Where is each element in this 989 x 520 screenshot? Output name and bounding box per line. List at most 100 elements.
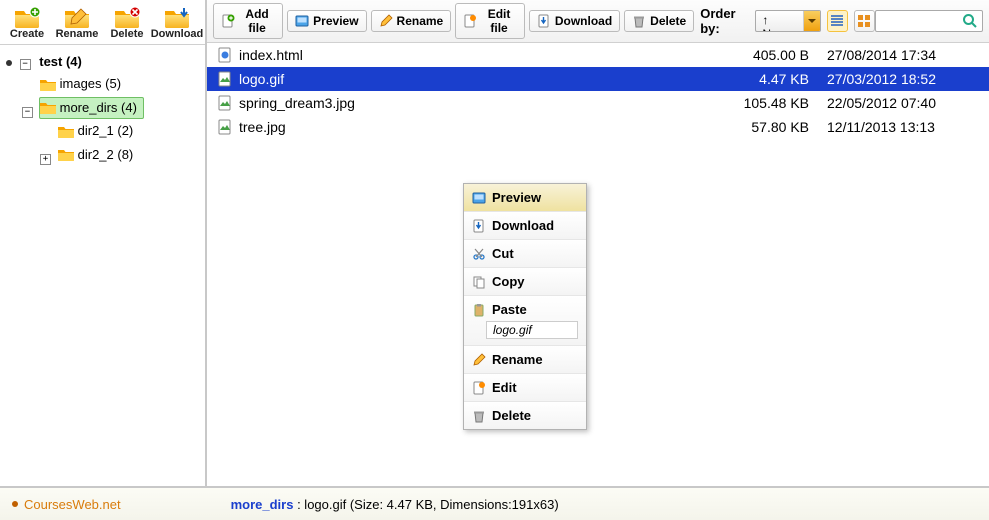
ctx-paste-target: logo.gif bbox=[486, 321, 578, 339]
download-folder-button[interactable]: Download bbox=[154, 3, 200, 42]
file-add-icon bbox=[221, 14, 235, 28]
file-list: index.html405.00 B27/08/2014 17:34logo.g… bbox=[207, 43, 989, 486]
create-label: Create bbox=[10, 29, 44, 40]
file-name: spring_dream3.jpg bbox=[239, 95, 709, 111]
rename-folder-button[interactable]: Rename bbox=[54, 3, 100, 42]
file-icon bbox=[217, 71, 233, 87]
sidebar: Create Rename bbox=[0, 0, 207, 486]
grid-view-icon bbox=[857, 14, 871, 28]
download-label: Download bbox=[151, 29, 204, 40]
toolbar-label: Rename bbox=[397, 14, 444, 28]
file-name: logo.gif bbox=[239, 71, 709, 87]
folder-rename-icon bbox=[63, 6, 91, 28]
toolbar-label: Preview bbox=[313, 14, 358, 28]
tree-node-more-dirs[interactable]: more_dirs (4) bbox=[39, 97, 144, 119]
search-box bbox=[875, 10, 983, 32]
download-button[interactable]: Download bbox=[529, 10, 620, 32]
folder-icon bbox=[58, 125, 74, 138]
tree-node-images[interactable]: images (5) bbox=[39, 73, 128, 95]
ctx-label: Edit bbox=[492, 380, 517, 395]
ctx-label: Rename bbox=[492, 352, 543, 367]
folder-delete-icon bbox=[113, 6, 141, 28]
file-size: 4.47 KB bbox=[709, 71, 809, 87]
ctx-delete[interactable]: Delete bbox=[464, 402, 586, 429]
bullet-icon bbox=[12, 501, 18, 507]
toolbar-label: Add file bbox=[239, 7, 275, 35]
ctx-copy[interactable]: Copy bbox=[464, 268, 586, 296]
folder-tree: − test (4) images (5) − bbox=[0, 45, 205, 486]
folder-download-icon bbox=[163, 6, 191, 28]
file-name: index.html bbox=[239, 47, 709, 63]
view-grid-button[interactable] bbox=[854, 10, 875, 32]
file-edit-icon bbox=[463, 14, 477, 28]
tree-expander-blank bbox=[22, 80, 33, 91]
tree-label: more_dirs (4) bbox=[58, 98, 139, 118]
search-icon[interactable] bbox=[962, 13, 978, 29]
file-date: 27/03/2012 18:52 bbox=[809, 71, 969, 87]
file-icon bbox=[217, 119, 233, 135]
tree-expander-blank bbox=[40, 127, 51, 138]
create-folder-button[interactable]: Create bbox=[4, 3, 50, 42]
rename-button[interactable]: Rename bbox=[371, 10, 452, 32]
order-by-select[interactable]: ↑ Name bbox=[755, 10, 820, 32]
sidebar-toolbar: Create Rename bbox=[0, 0, 205, 45]
add-file-button[interactable]: Add file bbox=[213, 3, 283, 39]
status-dir: more_dirs bbox=[231, 497, 294, 512]
pencil-icon bbox=[472, 353, 486, 367]
file-name: tree.jpg bbox=[239, 119, 709, 135]
status-bar: CoursesWeb.net more_dirs : logo.gif (Siz… bbox=[0, 486, 989, 520]
copy-icon bbox=[472, 275, 486, 289]
site-link[interactable]: CoursesWeb.net bbox=[24, 497, 121, 512]
view-list-button[interactable] bbox=[827, 10, 848, 32]
toolbar-label: Edit file bbox=[481, 7, 517, 35]
trash-icon bbox=[632, 14, 646, 28]
download-icon bbox=[537, 14, 551, 28]
folder-icon bbox=[40, 101, 56, 114]
tree-node-dir2-2[interactable]: dir2_2 (8) bbox=[57, 144, 141, 166]
file-row[interactable]: index.html405.00 B27/08/2014 17:34 bbox=[207, 43, 989, 67]
tree-node-dir2-1[interactable]: dir2_1 (2) bbox=[57, 120, 141, 142]
ctx-label: Paste bbox=[492, 302, 527, 317]
context-menu: Preview Download Cut Copy Pas bbox=[463, 183, 587, 430]
ctx-cut[interactable]: Cut bbox=[464, 240, 586, 268]
ctx-label: Delete bbox=[492, 408, 531, 423]
file-row[interactable]: tree.jpg57.80 KB12/11/2013 13:13 bbox=[207, 115, 989, 139]
ctx-rename[interactable]: Rename bbox=[464, 346, 586, 374]
preview-button[interactable]: Preview bbox=[287, 10, 366, 32]
clipboard-icon bbox=[472, 303, 486, 317]
file-row[interactable]: logo.gif4.47 KB27/03/2012 18:52 bbox=[207, 67, 989, 91]
delete-label: Delete bbox=[110, 29, 143, 40]
tree-bullet-icon bbox=[6, 60, 12, 66]
order-by-label: Order by: bbox=[700, 6, 751, 36]
folder-add-icon bbox=[13, 6, 41, 28]
ctx-paste[interactable]: Paste logo.gif bbox=[464, 296, 586, 346]
preview-icon bbox=[295, 14, 309, 28]
chevron-down-icon[interactable] bbox=[804, 11, 819, 31]
folder-icon bbox=[40, 78, 56, 91]
ctx-label: Cut bbox=[492, 246, 514, 261]
file-size: 405.00 B bbox=[709, 47, 809, 63]
delete-folder-button[interactable]: Delete bbox=[104, 3, 150, 42]
ctx-label: Preview bbox=[492, 190, 541, 205]
search-input[interactable] bbox=[882, 14, 962, 28]
tree-label: dir2_2 (8) bbox=[76, 145, 136, 165]
tree-node-test[interactable]: test (4) bbox=[36, 51, 89, 73]
file-edit-icon bbox=[472, 381, 486, 395]
ctx-preview[interactable]: Preview bbox=[464, 184, 586, 212]
file-date: 12/11/2013 13:13 bbox=[809, 119, 969, 135]
delete-button[interactable]: Delete bbox=[624, 10, 694, 32]
ctx-download[interactable]: Download bbox=[464, 212, 586, 240]
tree-expander[interactable]: + bbox=[40, 154, 51, 165]
file-row[interactable]: spring_dream3.jpg105.48 KB22/05/2012 07:… bbox=[207, 91, 989, 115]
toolbar-label: Download bbox=[555, 14, 612, 28]
tree-expander[interactable]: − bbox=[20, 59, 31, 70]
edit-file-button[interactable]: Edit file bbox=[455, 3, 525, 39]
list-view-icon bbox=[830, 14, 844, 28]
file-icon bbox=[217, 95, 233, 111]
status-detail: : logo.gif (Size: 4.47 KB, Dimensions:19… bbox=[293, 497, 558, 512]
tree-expander[interactable]: − bbox=[22, 107, 33, 118]
file-date: 27/08/2014 17:34 bbox=[809, 47, 969, 63]
pencil-icon bbox=[379, 14, 393, 28]
ctx-edit[interactable]: Edit bbox=[464, 374, 586, 402]
tree-label: images (5) bbox=[58, 74, 123, 94]
